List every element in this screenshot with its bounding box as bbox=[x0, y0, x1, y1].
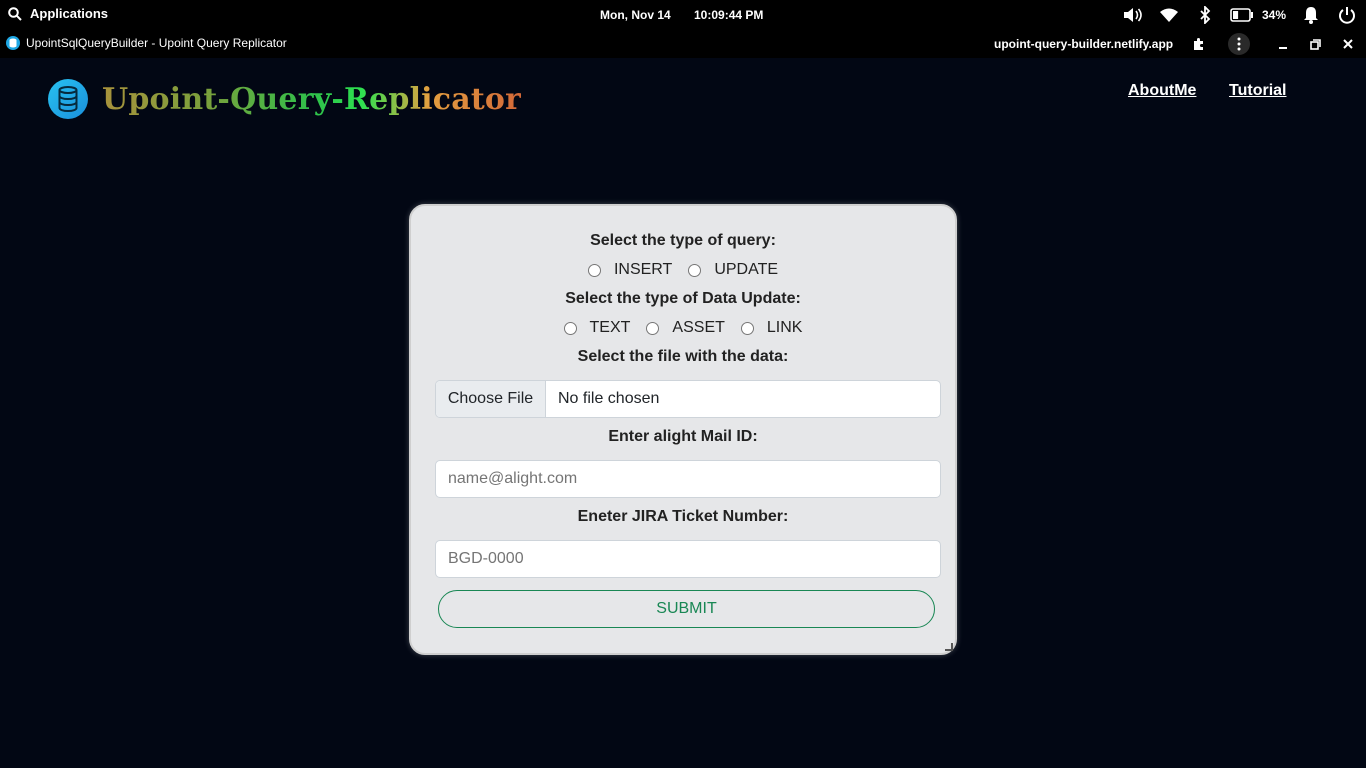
browser-title-bar: UpointSqlQueryBuilder - Upoint Query Rep… bbox=[0, 30, 1366, 58]
resize-handle-icon[interactable] bbox=[945, 643, 953, 651]
search-icon bbox=[8, 6, 22, 21]
bluetooth-icon[interactable] bbox=[1194, 4, 1216, 26]
brand-logo[interactable]: Upoint-Query-Replicator bbox=[48, 79, 521, 119]
close-icon[interactable] bbox=[1337, 33, 1359, 55]
battery-icon bbox=[1230, 8, 1253, 22]
nav-link-tutorial[interactable]: Tutorial bbox=[1229, 82, 1286, 100]
kebab-menu-icon[interactable] bbox=[1228, 33, 1250, 55]
radio-update-control[interactable] bbox=[688, 263, 702, 277]
notification-bell-icon[interactable] bbox=[1300, 4, 1322, 26]
applications-menu[interactable]: Applications bbox=[8, 6, 108, 21]
page-content: Upoint-Query-Replicator AboutMe Tutorial… bbox=[0, 58, 1366, 768]
radio-asset[interactable]: ASSET bbox=[646, 319, 725, 337]
window-title-text: UpointSqlQueryBuilder - Upoint Query Rep… bbox=[26, 36, 287, 50]
applications-label: Applications bbox=[30, 6, 109, 21]
radio-link[interactable]: LINK bbox=[740, 319, 803, 337]
query-type-label: Select the type of query: bbox=[590, 232, 776, 249]
clock-date[interactable]: Mon, Nov 14 bbox=[600, 8, 671, 22]
os-top-bar: Applications Mon, Nov 14 10:09:44 PM 34% bbox=[0, 0, 1366, 30]
minimize-icon[interactable] bbox=[1272, 33, 1294, 55]
radio-insert-control[interactable] bbox=[587, 263, 601, 277]
jira-ticket-input[interactable] bbox=[435, 540, 941, 578]
radio-text-control[interactable] bbox=[563, 321, 577, 335]
jira-label: Eneter JIRA Ticket Number: bbox=[577, 508, 789, 525]
volume-icon[interactable] bbox=[1122, 4, 1144, 26]
system-tray: 34% bbox=[1122, 4, 1358, 26]
file-label: Select the file with the data: bbox=[577, 348, 789, 365]
radio-link-control[interactable] bbox=[740, 321, 754, 335]
query-type-radio-group: INSERT UPDATE bbox=[411, 261, 955, 279]
radio-insert-label: INSERT bbox=[613, 261, 673, 278]
radio-link-label: LINK bbox=[766, 319, 803, 336]
battery-indicator[interactable]: 34% bbox=[1230, 8, 1286, 22]
query-form-card: Select the type of query: INSERT UPDATE … bbox=[409, 204, 957, 655]
clock-time[interactable]: 10:09:44 PM bbox=[694, 8, 763, 22]
data-update-radio-group: TEXT ASSET LINK bbox=[411, 319, 955, 337]
mail-label: Enter alight Mail ID: bbox=[608, 428, 758, 445]
window-title: UpointSqlQueryBuilder - Upoint Query Rep… bbox=[6, 36, 287, 50]
file-status-text: No file chosen bbox=[558, 390, 660, 407]
radio-update-label: UPDATE bbox=[714, 261, 779, 278]
puzzle-extension-icon[interactable] bbox=[1188, 33, 1210, 55]
restore-icon[interactable] bbox=[1304, 33, 1326, 55]
radio-asset-label: ASSET bbox=[672, 319, 725, 336]
radio-text[interactable]: TEXT bbox=[563, 319, 631, 337]
favicon-database-icon bbox=[6, 36, 20, 50]
choose-file-button[interactable]: Choose File bbox=[436, 381, 546, 417]
data-update-label: Select the type of Data Update: bbox=[565, 290, 801, 307]
wifi-icon[interactable] bbox=[1158, 4, 1180, 26]
radio-text-label: TEXT bbox=[589, 319, 631, 336]
radio-asset-control[interactable] bbox=[646, 321, 660, 335]
submit-button[interactable]: SUBMIT bbox=[438, 590, 935, 628]
file-input[interactable]: Choose File No file chosen bbox=[435, 380, 941, 418]
nav-link-aboutme[interactable]: AboutMe bbox=[1128, 82, 1196, 100]
power-icon[interactable] bbox=[1336, 4, 1358, 26]
radio-insert[interactable]: INSERT bbox=[587, 261, 673, 279]
url-display[interactable]: upoint-query-builder.netlify.app bbox=[994, 37, 1173, 51]
mail-input[interactable] bbox=[435, 460, 941, 498]
battery-percent: 34% bbox=[1261, 8, 1286, 22]
database-icon bbox=[48, 79, 88, 119]
brand-title: Upoint-Query-Replicator bbox=[102, 81, 522, 117]
radio-update[interactable]: UPDATE bbox=[688, 261, 778, 279]
